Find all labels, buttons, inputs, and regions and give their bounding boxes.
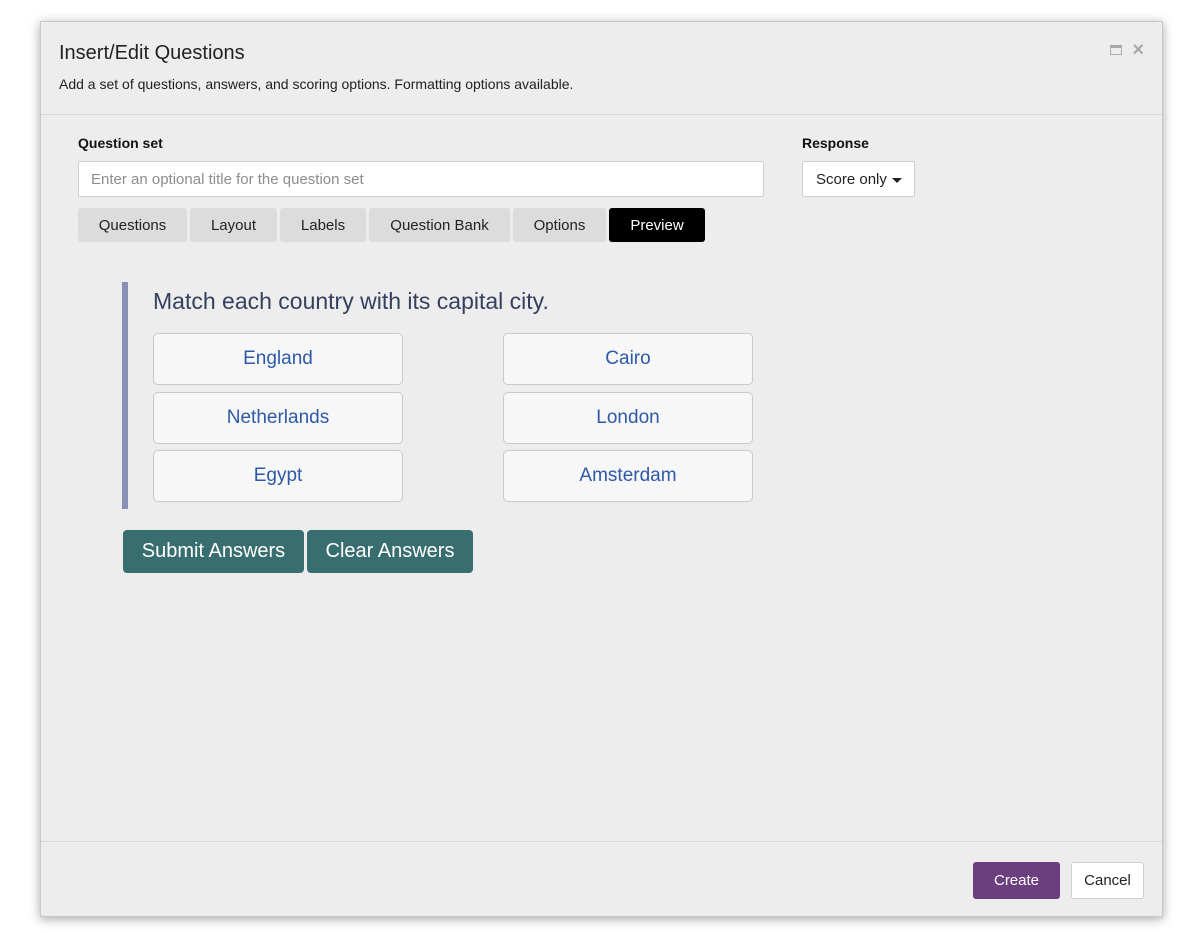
response-dropdown[interactable]: Score only [802,161,915,197]
match-item-left[interactable]: England [153,333,403,385]
caret-down-icon [891,177,902,183]
question-set-label: Question set [78,135,163,151]
question-set-title-input[interactable] [78,161,764,197]
match-item-left[interactable]: Netherlands [153,392,403,444]
tab-question-bank[interactable]: Question Bank [369,208,510,242]
response-selected-value: Score only [816,170,887,188]
question-prompt: Match each country with its capital city… [153,288,549,314]
preview-quote-bar [122,282,128,509]
match-item-left[interactable]: Egypt [153,450,403,502]
create-button[interactable]: Create [973,862,1060,899]
clear-answers-button[interactable]: Clear Answers [307,530,473,573]
submit-answers-button[interactable]: Submit Answers [123,530,304,573]
match-item-right[interactable]: Amsterdam [503,450,753,502]
tab-layout[interactable]: Layout [190,208,277,242]
tab-options[interactable]: Options [513,208,606,242]
cancel-button[interactable]: Cancel [1071,862,1144,899]
maximize-icon[interactable] [1110,45,1123,55]
close-icon[interactable]: × [1132,40,1144,60]
dialog-footer: Create Cancel [41,841,1162,916]
tab-questions[interactable]: Questions [78,208,187,242]
tab-labels[interactable]: Labels [280,208,366,242]
dialog-title: Insert/Edit Questions [59,42,245,64]
window-controls: × [1110,40,1144,60]
dialog-header: Insert/Edit Questions Add a set of quest… [41,22,1162,115]
tab-preview[interactable]: Preview [609,208,705,242]
match-item-right[interactable]: London [503,392,753,444]
response-label: Response [802,135,869,151]
dialog-subtitle: Add a set of questions, answers, and sco… [59,76,574,92]
insert-edit-questions-dialog: Insert/Edit Questions Add a set of quest… [40,21,1163,917]
match-item-right[interactable]: Cairo [503,333,753,385]
